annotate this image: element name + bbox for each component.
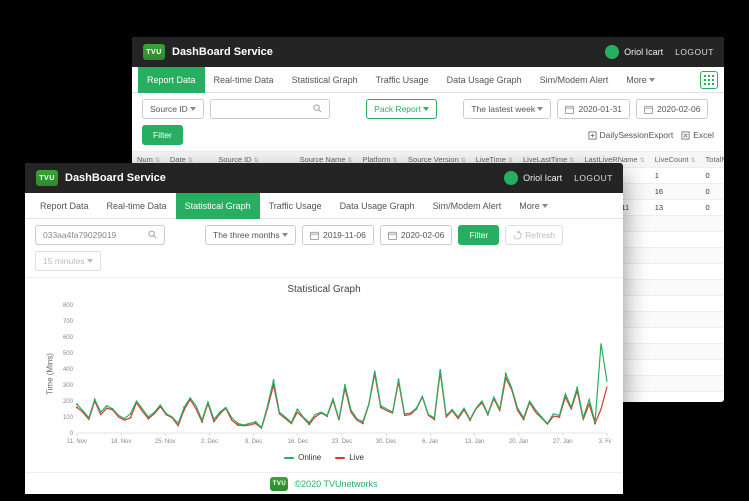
tabs-front: Report Data Real-time Data Statistical G… bbox=[25, 193, 623, 219]
tab-report-data[interactable]: Report Data bbox=[138, 67, 205, 93]
toolbar-front: 033aa4fa79029019 The three months 2019-1… bbox=[25, 219, 623, 278]
search-icon bbox=[313, 104, 322, 115]
front-window: TVU DashBoard Service Oriol Icart LOGOUT… bbox=[25, 163, 623, 494]
y-tick: 300 bbox=[63, 383, 74, 389]
tab-traffic-usage[interactable]: Traffic Usage bbox=[260, 193, 331, 219]
tab-statistical-graph[interactable]: Statistical Graph bbox=[283, 67, 367, 93]
chevron-down-icon bbox=[282, 233, 288, 237]
y-tick: 600 bbox=[63, 335, 74, 341]
excel-export[interactable]: Excel bbox=[681, 130, 714, 140]
chevron-down-icon bbox=[542, 204, 548, 208]
toolbar-back: Source ID Pack Report The lastest week 2… bbox=[132, 93, 724, 152]
logout-button[interactable]: LOGOUT bbox=[675, 47, 714, 57]
tab-data-usage-graph[interactable]: Data Usage Graph bbox=[438, 67, 531, 93]
tab-realtime-data[interactable]: Real-time Data bbox=[98, 193, 176, 219]
x-tick: 6. Jan bbox=[422, 439, 438, 445]
logo: TVU bbox=[270, 477, 288, 491]
x-tick: 23. Dec bbox=[332, 439, 353, 445]
calendar-icon bbox=[310, 231, 319, 240]
legend-live: Live bbox=[335, 453, 364, 462]
date-from[interactable]: 2019-11-06 bbox=[302, 225, 374, 245]
chevron-down-icon bbox=[649, 78, 655, 82]
tab-realtime-data[interactable]: Real-time Data bbox=[205, 67, 283, 93]
date-from[interactable]: 2020-01-31 bbox=[557, 99, 629, 119]
tab-more[interactable]: More bbox=[510, 193, 557, 219]
y-tick: 400 bbox=[63, 367, 74, 373]
x-tick: 25. Nov bbox=[155, 439, 176, 445]
x-tick: 16. Dec bbox=[288, 439, 309, 445]
filter-button[interactable]: Filter bbox=[458, 225, 499, 245]
interval-select[interactable]: 15 minutes bbox=[35, 251, 101, 271]
x-tick: 20. Jan bbox=[509, 439, 529, 445]
chevron-down-icon bbox=[190, 107, 196, 111]
tab-report-data[interactable]: Report Data bbox=[31, 193, 98, 219]
logo: TVU bbox=[142, 43, 166, 61]
app-title: DashBoard Service bbox=[172, 46, 273, 58]
range-select[interactable]: The three months bbox=[205, 225, 296, 245]
series-online bbox=[77, 343, 607, 427]
tabs-back: Report Data Real-time Data Statistical G… bbox=[132, 67, 724, 93]
y-tick: 800 bbox=[63, 303, 74, 309]
user-name[interactable]: Oriol Icart bbox=[523, 173, 562, 183]
calendar-icon bbox=[565, 105, 574, 114]
legend-online: Online bbox=[284, 453, 321, 462]
user-name[interactable]: Oriol Icart bbox=[624, 47, 663, 57]
y-tick: 100 bbox=[63, 415, 74, 421]
search-icon bbox=[148, 230, 157, 241]
footer: TVU ©2020 TVUnetworks bbox=[25, 472, 623, 494]
tab-traffic-usage[interactable]: Traffic Usage bbox=[367, 67, 438, 93]
y-tick: 0 bbox=[70, 431, 74, 437]
chart-legend: Online Live bbox=[25, 451, 623, 472]
x-tick: 3. Feb bbox=[599, 439, 611, 445]
logout-button[interactable]: LOGOUT bbox=[574, 173, 613, 183]
source-id-select[interactable]: Source ID bbox=[142, 99, 204, 119]
pack-report-select[interactable]: Pack Report bbox=[366, 99, 437, 119]
x-tick: 11. Nov bbox=[67, 439, 87, 445]
x-tick: 18. Nov bbox=[111, 439, 132, 445]
tab-sim-modem-alert[interactable]: Sim/Modem Alert bbox=[531, 67, 618, 93]
tab-statistical-graph[interactable]: Statistical Graph bbox=[176, 193, 260, 219]
x-tick: 2. Dec bbox=[201, 439, 218, 445]
chevron-down-icon bbox=[87, 259, 93, 263]
titlebar-back: TVU DashBoard Service Oriol Icart LOGOUT bbox=[132, 37, 724, 67]
y-tick: 700 bbox=[63, 319, 74, 325]
avatar-icon bbox=[504, 171, 518, 185]
logo: TVU bbox=[35, 169, 59, 187]
calendar-icon bbox=[644, 105, 653, 114]
y-axis-label: Time (Mins) bbox=[45, 353, 54, 395]
chevron-down-icon bbox=[537, 107, 543, 111]
search-input[interactable] bbox=[210, 99, 330, 119]
app-title: DashBoard Service bbox=[65, 172, 166, 184]
daily-session-export[interactable]: DailySessionExport bbox=[588, 130, 674, 140]
copyright: ©2020 TVUnetworks bbox=[294, 479, 377, 489]
x-tick: 13. Jan bbox=[465, 439, 485, 445]
y-tick: 200 bbox=[63, 399, 74, 405]
date-to[interactable]: 2020-02-06 bbox=[636, 99, 708, 119]
tab-more[interactable]: More bbox=[617, 67, 664, 93]
chart-title: Statistical Graph bbox=[25, 278, 623, 297]
search-input[interactable]: 033aa4fa79029019 bbox=[35, 225, 165, 245]
tab-sim-modem-alert[interactable]: Sim/Modem Alert bbox=[424, 193, 511, 219]
range-select[interactable]: The lastest week bbox=[463, 99, 551, 119]
col-header[interactable]: LiveCount⇅ bbox=[650, 152, 701, 168]
tab-data-usage-graph[interactable]: Data Usage Graph bbox=[331, 193, 424, 219]
titlebar-front: TVU DashBoard Service Oriol Icart LOGOUT bbox=[25, 163, 623, 193]
avatar-icon bbox=[605, 45, 619, 59]
y-tick: 500 bbox=[63, 351, 74, 357]
x-tick: 9. Dec bbox=[245, 439, 262, 445]
chart: Time (Mins) 0 100 200 300 400 500 600 700 800 11.… bbox=[25, 297, 623, 451]
col-header[interactable]: TotalNetwork⇅ bbox=[701, 152, 724, 168]
grid-layout-button[interactable] bbox=[700, 71, 718, 89]
x-tick: 30. Dec bbox=[376, 439, 397, 445]
calendar-icon bbox=[388, 231, 397, 240]
filter-button[interactable]: Filter bbox=[142, 125, 183, 145]
x-tick: 27. Jan bbox=[553, 439, 573, 445]
refresh-button[interactable]: Refresh bbox=[505, 225, 563, 245]
date-to[interactable]: 2020-02-06 bbox=[380, 225, 452, 245]
chevron-down-icon bbox=[423, 107, 429, 111]
